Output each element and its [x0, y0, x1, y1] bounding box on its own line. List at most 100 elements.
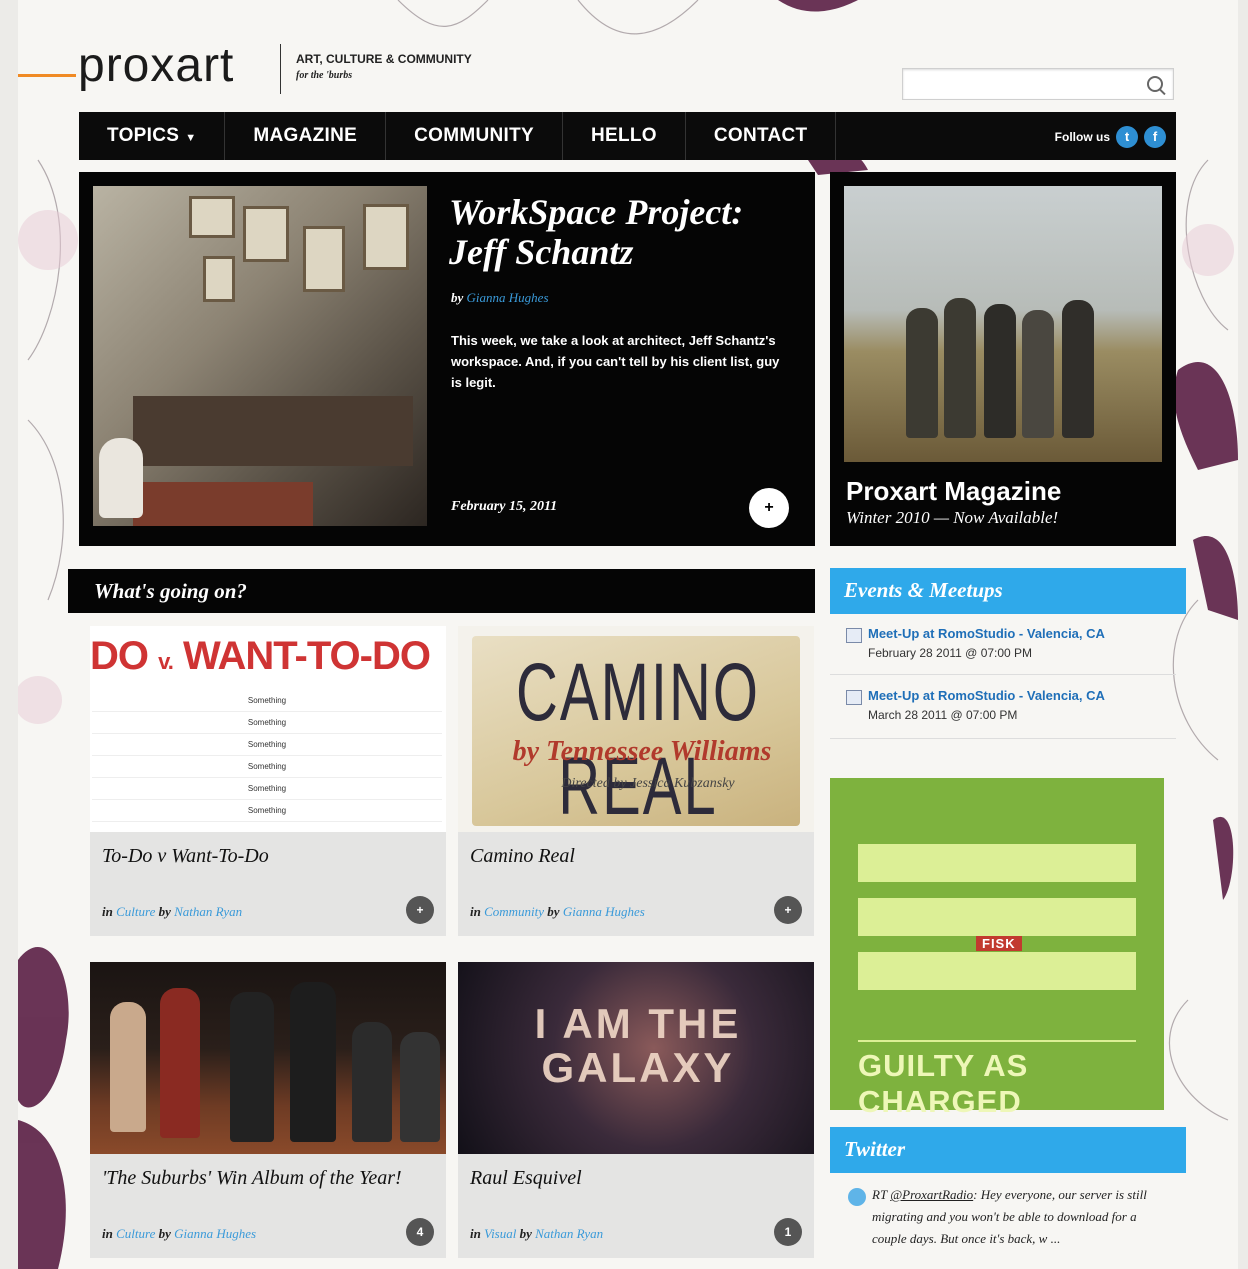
- magazine-title[interactable]: Proxart Magazine: [846, 476, 1061, 507]
- nav-magazine[interactable]: MAGAZINE: [225, 112, 387, 160]
- photo-detail: [400, 1032, 440, 1142]
- events-header: Events & Meetups: [830, 568, 1186, 614]
- logo-divider: [280, 44, 281, 94]
- card-image[interactable]: I AM THE GALAXY: [458, 962, 814, 1154]
- feature-description: This week, we take a look at architect, …: [451, 333, 780, 390]
- card-meta: in Community by Gianna Hughes: [470, 904, 645, 920]
- todo-list-art: Something Something Something Something …: [92, 690, 442, 822]
- card-image[interactable]: CAMINO REAL by Tennessee Williams Direct…: [458, 626, 814, 832]
- search-input[interactable]: [902, 68, 1174, 100]
- nav-contact[interactable]: CONTACT: [686, 112, 837, 160]
- card-art-do: DO: [90, 634, 149, 678]
- caret-down-icon: ▼: [185, 132, 197, 144]
- category-link[interactable]: Community: [484, 904, 544, 919]
- feature-story[interactable]: WorkSpace Project: Jeff Schantz by Giann…: [79, 172, 815, 546]
- events-title: Events & Meetups: [844, 578, 1003, 602]
- card-title[interactable]: To-Do v Want-To-Do: [102, 844, 402, 868]
- article-card[interactable]: CAMINO REAL by Tennessee Williams Direct…: [458, 626, 814, 936]
- nav-community[interactable]: COMMUNITY: [386, 112, 563, 160]
- todo-row: Something: [92, 800, 442, 822]
- orange-accent-line: [18, 74, 76, 77]
- photo-detail: [352, 1022, 392, 1142]
- tweet-prefix: RT: [872, 1187, 887, 1202]
- card-title[interactable]: 'The Suburbs' Win Album of the Year!: [102, 1166, 402, 1190]
- card-body: Raul Esquivel in Visual by Nathan Ryan 1: [458, 1154, 814, 1258]
- photo-detail: [303, 226, 345, 292]
- photo-detail: [203, 256, 235, 302]
- todo-row: Something: [92, 778, 442, 800]
- camino-art-credit: Directed by Jessica Kubzansky: [561, 776, 735, 791]
- section-title: What's going on?: [94, 579, 247, 603]
- card-image[interactable]: [90, 962, 446, 1154]
- article-card[interactable]: DO v. WANT-TO-DO Something Something Som…: [90, 626, 446, 936]
- in-label: in: [470, 904, 481, 919]
- card-title[interactable]: Raul Esquivel: [470, 1166, 770, 1190]
- feature-title[interactable]: WorkSpace Project: Jeff Schantz: [449, 192, 799, 272]
- ad-graphic-bar: [858, 952, 1136, 990]
- nav-topics[interactable]: TOPICS ▼: [79, 112, 226, 160]
- photo-detail: [984, 304, 1016, 438]
- tagline: ART, CULTURE & COMMUNITY: [296, 52, 472, 66]
- nav-topics-label: TOPICS: [107, 125, 180, 146]
- comment-count-icon[interactable]: +: [774, 896, 802, 924]
- ad-label: FISK: [976, 936, 1022, 951]
- photo-detail: [243, 206, 289, 262]
- logo[interactable]: proxart: [78, 38, 234, 93]
- author-link[interactable]: Nathan Ryan: [174, 904, 242, 919]
- category-link[interactable]: Culture: [116, 1226, 155, 1241]
- author-link[interactable]: Gianna Hughes: [563, 904, 645, 919]
- event-title-link[interactable]: Meet-Up at RomoStudio - Valencia, CA: [868, 688, 1105, 703]
- follow-us: Follow us t f: [1055, 126, 1166, 148]
- comment-count-icon[interactable]: 4: [406, 1218, 434, 1246]
- twitter-title: Twitter: [844, 1137, 906, 1161]
- photo-detail: [189, 196, 235, 238]
- by-label: by: [451, 290, 464, 305]
- photo-detail: [1022, 310, 1054, 438]
- author-link[interactable]: Nathan Ryan: [535, 1226, 603, 1241]
- comment-bubble-icon[interactable]: +: [749, 488, 789, 528]
- magazine-promo[interactable]: Proxart Magazine Winter 2010 — Now Avail…: [830, 172, 1176, 546]
- tweet-bird-icon: [848, 1188, 866, 1206]
- feature-photo[interactable]: [93, 186, 427, 526]
- tagline-sub: for the 'burbs: [296, 70, 353, 81]
- calendar-icon: [846, 628, 862, 643]
- photo-detail: [99, 438, 143, 518]
- calendar-icon: [846, 690, 862, 705]
- facebook-icon[interactable]: f: [1144, 126, 1166, 148]
- nav-hello[interactable]: HELLO: [563, 112, 686, 160]
- event-date: March 28 2011 @ 07:00 PM: [868, 708, 1018, 722]
- card-art-v: v.: [158, 649, 174, 674]
- in-label: in: [470, 1226, 481, 1241]
- feature-byline: by Gianna Hughes: [451, 290, 549, 306]
- photo-detail: [1062, 300, 1094, 438]
- card-image[interactable]: DO v. WANT-TO-DO Something Something Som…: [90, 626, 446, 832]
- event-title-link[interactable]: Meet-Up at RomoStudio - Valencia, CA: [868, 626, 1105, 641]
- photo-detail: [133, 396, 413, 466]
- author-link[interactable]: Gianna Hughes: [174, 1226, 256, 1241]
- search-icon[interactable]: [1147, 76, 1163, 92]
- photo-detail: [944, 298, 976, 438]
- card-art-want: WANT-TO-DO: [182, 634, 431, 678]
- page: proxart ART, CULTURE & COMMUNITY for the…: [18, 0, 1238, 1269]
- author-link[interactable]: Gianna Hughes: [467, 290, 549, 305]
- by-label: by: [519, 1226, 532, 1241]
- comment-count-icon[interactable]: +: [406, 896, 434, 924]
- by-label: by: [158, 904, 171, 919]
- category-link[interactable]: Visual: [484, 1226, 516, 1241]
- article-card[interactable]: I AM THE GALAXY Raul Esquivel in Visual …: [458, 962, 814, 1258]
- twitter-icon[interactable]: t: [1116, 126, 1138, 148]
- card-title[interactable]: Camino Real: [470, 844, 770, 868]
- magazine-photo[interactable]: [844, 186, 1162, 462]
- comment-count-icon[interactable]: 1: [774, 1218, 802, 1246]
- event-item[interactable]: Meet-Up at RomoStudio - Valencia, CA Mar…: [830, 682, 1176, 739]
- ad-graphic-bar: [858, 898, 1136, 936]
- fisk-ad[interactable]: FISK GUILTY AS CHARGED: [830, 778, 1164, 1119]
- photo-detail: [110, 1002, 146, 1132]
- tweet-handle-link[interactable]: @ProxartRadio: [890, 1187, 973, 1202]
- follow-label: Follow us: [1054, 130, 1110, 144]
- article-card[interactable]: 'The Suburbs' Win Album of the Year! in …: [90, 962, 446, 1258]
- event-item[interactable]: Meet-Up at RomoStudio - Valencia, CA Feb…: [830, 620, 1176, 675]
- in-label: in: [102, 1226, 113, 1241]
- category-link[interactable]: Culture: [116, 904, 155, 919]
- card-body: 'The Suburbs' Win Album of the Year! in …: [90, 1154, 446, 1258]
